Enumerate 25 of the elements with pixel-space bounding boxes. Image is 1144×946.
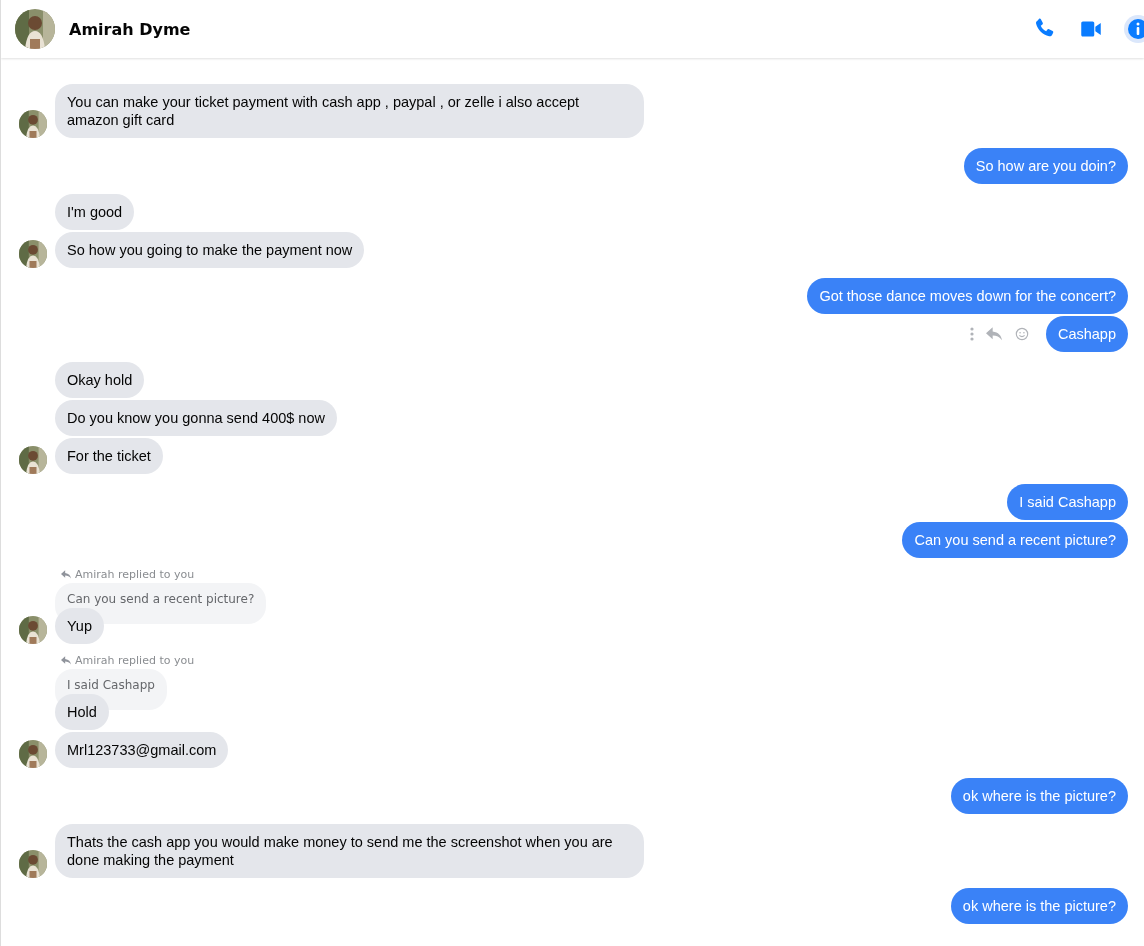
message-bubble: Hold (55, 694, 109, 730)
more-options-icon[interactable] (969, 327, 974, 341)
reply-label-text: Amirah replied to you (75, 654, 195, 667)
message-bubble: You can make your ticket payment with cash app , paypal , or zelle i also accept amazon gift card (55, 84, 644, 138)
message-bubble: ok where is the picture? (950, 778, 1128, 814)
reply-icon (61, 656, 71, 665)
message-bubble: Do you know you gonna send 400$ now (55, 400, 337, 436)
reply-icon[interactable] (985, 327, 1002, 341)
message-bubble: Cashapp (1045, 316, 1128, 352)
message-bubble: ok where is the picture? (950, 888, 1128, 924)
message-bubble: I'm good (55, 194, 135, 230)
message-bubble: Thats the cash app you would make money to send me the screenshot when you are done making the payment (55, 824, 644, 878)
message-bubble: So how are you doin? (963, 148, 1128, 184)
reply-label-text: Amirah replied to you (75, 568, 195, 581)
smiley-icon[interactable] (1013, 327, 1030, 341)
message-bubble: Can you send a recent picture? (902, 522, 1128, 558)
message-bubble: Okay hold (55, 362, 145, 398)
message-bubble: For the ticket (55, 438, 163, 474)
reply-icon (61, 570, 71, 579)
message-bubble: I said Cashapp (1007, 484, 1128, 520)
message-bubble: So how you going to make the payment now (55, 232, 365, 268)
info-icon[interactable] (1124, 15, 1144, 43)
message-bubble: Got those dance moves down for the concert? (807, 278, 1128, 314)
contact-name: Amirah Dyme (69, 19, 191, 39)
message-bubble: Mrl123733@gmail.com (55, 732, 229, 768)
